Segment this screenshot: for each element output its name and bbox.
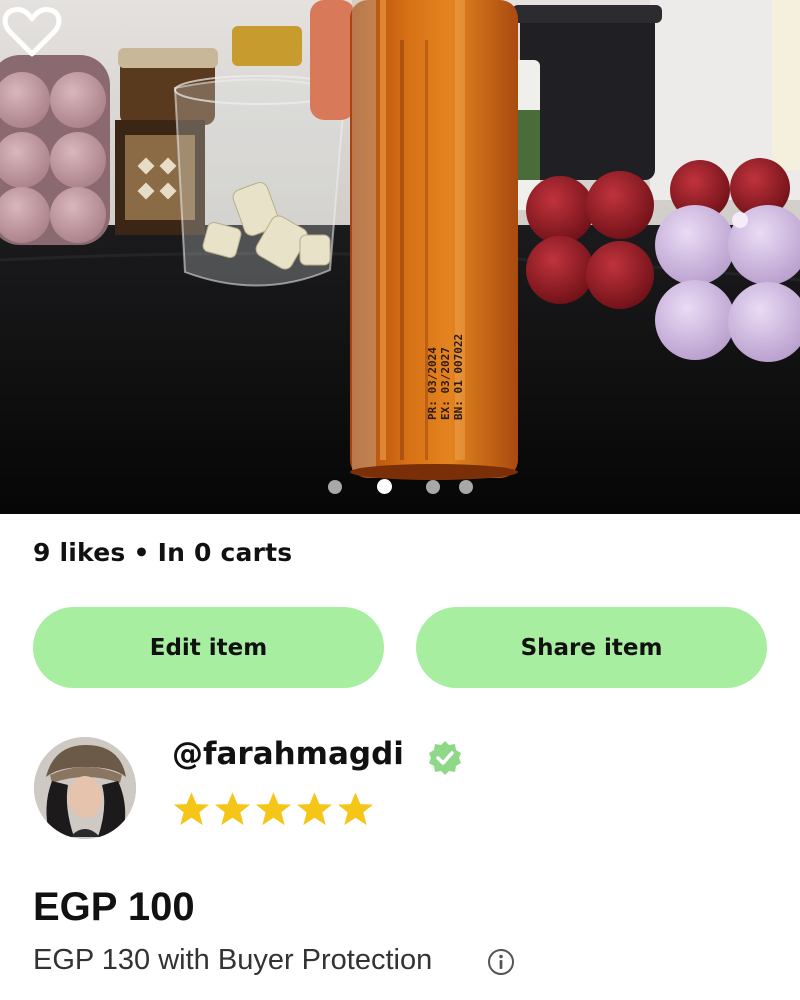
avatar-image [34, 737, 136, 839]
stats-separator: • [133, 538, 150, 567]
buyer-protection-price: EGP 130 with Buyer Protection [33, 944, 433, 976]
seller-avatar[interactable] [34, 737, 136, 839]
info-icon[interactable] [487, 948, 515, 976]
heart-icon[interactable] [0, 0, 64, 64]
star-icon [255, 792, 292, 826]
item-price: EGP 100 [33, 885, 195, 929]
star-icon [296, 792, 333, 826]
share-item-label: Share item [520, 634, 663, 661]
bottle-batch-line2: EX: 03/2027 [439, 347, 452, 420]
edit-item-label: Edit item [149, 634, 268, 661]
item-stats: 9 likes • In 0 carts [33, 538, 292, 567]
seller-rating [172, 790, 375, 828]
star-icon [214, 792, 251, 826]
carousel-dot[interactable] [426, 480, 440, 494]
share-item-button[interactable]: Share item [416, 607, 767, 688]
star-icon [337, 792, 374, 826]
carousel-dot[interactable] [328, 480, 342, 494]
carts-count: In 0 carts [157, 538, 293, 567]
likes-count[interactable]: 9 likes [33, 538, 125, 567]
carousel-dot[interactable] [459, 480, 473, 494]
edit-item-button[interactable]: Edit item [33, 607, 384, 688]
seller-username[interactable]: @farahmagdi [172, 736, 404, 772]
star-icon [173, 792, 210, 826]
bottle-batch-line3: BN: 01 007022 [452, 334, 465, 420]
verified-badge-icon [429, 741, 461, 775]
product-photo[interactable]: PR: 03/2024 EX: 03/2027 BN: 01 007022 [0, 0, 800, 514]
bottle-batch-line1: PR: 03/2024 [426, 347, 439, 420]
product-photo-illustration: PR: 03/2024 EX: 03/2027 BN: 01 007022 [0, 0, 800, 514]
carousel-indicator [0, 477, 800, 497]
carousel-dot-active[interactable] [377, 479, 392, 494]
